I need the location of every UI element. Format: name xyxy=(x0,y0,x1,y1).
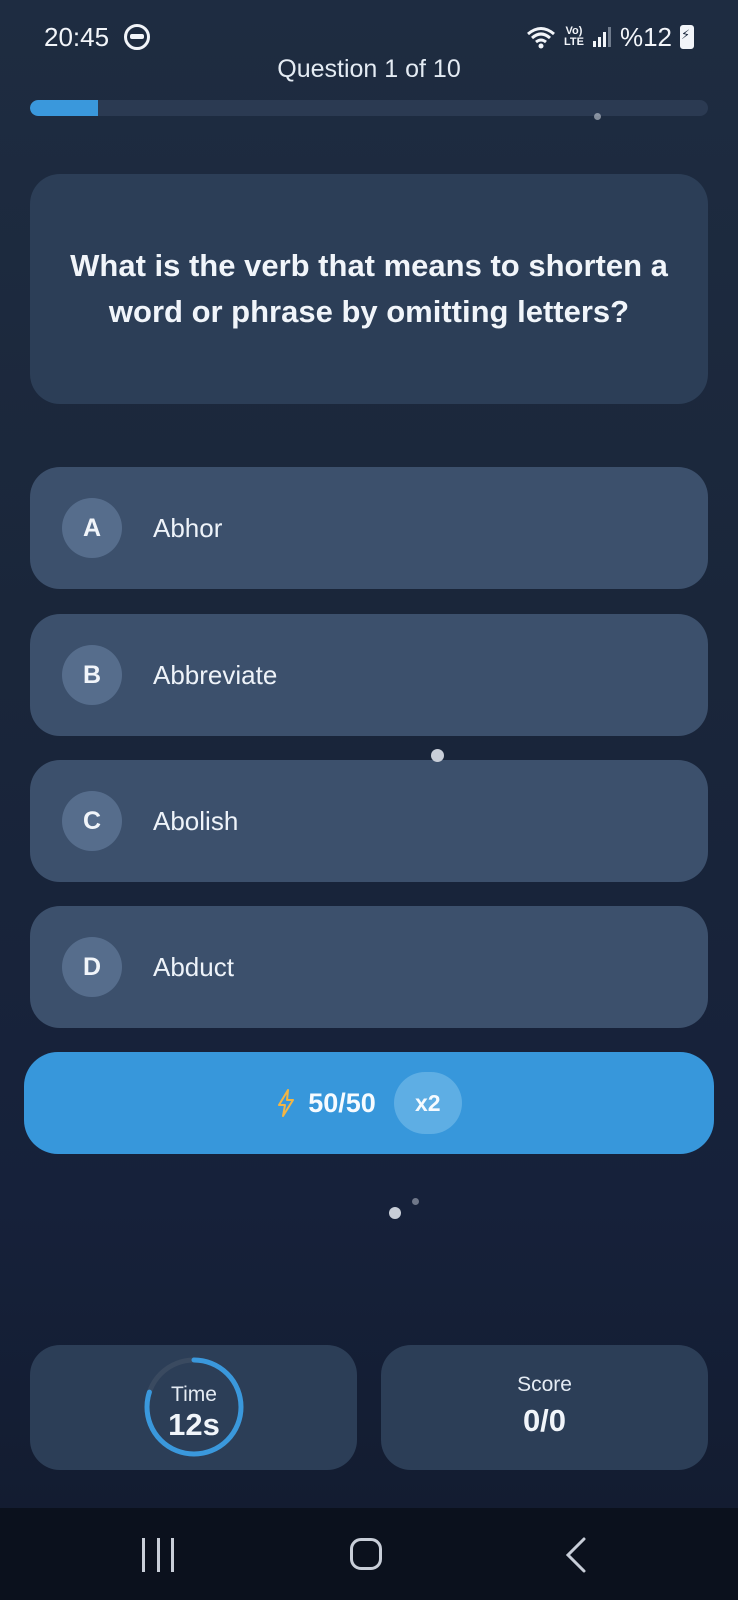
time-value: 12s xyxy=(168,1407,220,1442)
system-navigation-bar xyxy=(0,1508,738,1600)
decorative-dot xyxy=(412,1198,419,1205)
decorative-dot xyxy=(594,113,601,120)
fifty-fifty-lifeline-button[interactable]: 50/50 x2 xyxy=(24,1052,714,1154)
volte-icon: Vo) LTE xyxy=(563,25,584,48)
option-letter-badge: B xyxy=(62,645,122,705)
time-label: Time xyxy=(171,1383,217,1406)
option-letter-badge: C xyxy=(62,791,122,851)
decorative-dot xyxy=(389,1207,401,1219)
quiz-progress-bar xyxy=(30,100,708,116)
option-text: Abolish xyxy=(153,805,239,836)
quiz-progress-fill xyxy=(30,100,98,116)
decorative-dot xyxy=(431,749,444,762)
recents-icon xyxy=(142,1538,145,1572)
option-d-button[interactable]: D Abduct xyxy=(30,906,708,1028)
signal-icon xyxy=(592,27,611,47)
back-button[interactable] xyxy=(562,1536,592,1574)
question-card: What is the verb that means to shorten a… xyxy=(30,174,708,404)
score-value: 0/0 xyxy=(522,1403,567,1438)
status-icons: Vo) LTE %12 xyxy=(526,20,694,54)
question-text: What is the verb that means to shorten a… xyxy=(70,248,668,329)
time-card: Time 12s xyxy=(30,1345,357,1470)
face-icon xyxy=(124,24,150,50)
option-letter-badge: A xyxy=(62,498,122,558)
option-text: Abhor xyxy=(153,512,223,543)
option-a-button[interactable]: A Abhor xyxy=(30,467,708,589)
option-letter-badge: D xyxy=(62,937,122,997)
lightning-icon xyxy=(278,1089,295,1117)
question-counter: Question 1 of 10 xyxy=(277,55,461,83)
option-b-button[interactable]: B Abbreviate xyxy=(30,614,708,736)
home-button[interactable] xyxy=(350,1538,382,1570)
recents-icon xyxy=(156,1538,160,1572)
battery-charging-icon xyxy=(680,25,694,49)
lifeline-count-badge: x2 xyxy=(393,1072,462,1134)
wifi-icon xyxy=(527,27,555,49)
status-time: 20:45 xyxy=(44,22,110,52)
option-text: Abduct xyxy=(153,951,234,982)
lifeline-label: 50/50 xyxy=(308,1087,376,1118)
option-c-button[interactable]: C Abolish xyxy=(30,760,708,882)
battery-percent: %12 xyxy=(619,21,672,52)
score-label: Score xyxy=(517,1373,572,1396)
recents-button[interactable] xyxy=(142,1538,174,1572)
recents-icon xyxy=(171,1538,174,1572)
option-text: Abbreviate xyxy=(153,659,278,690)
score-card: Score 0/0 xyxy=(381,1345,708,1470)
